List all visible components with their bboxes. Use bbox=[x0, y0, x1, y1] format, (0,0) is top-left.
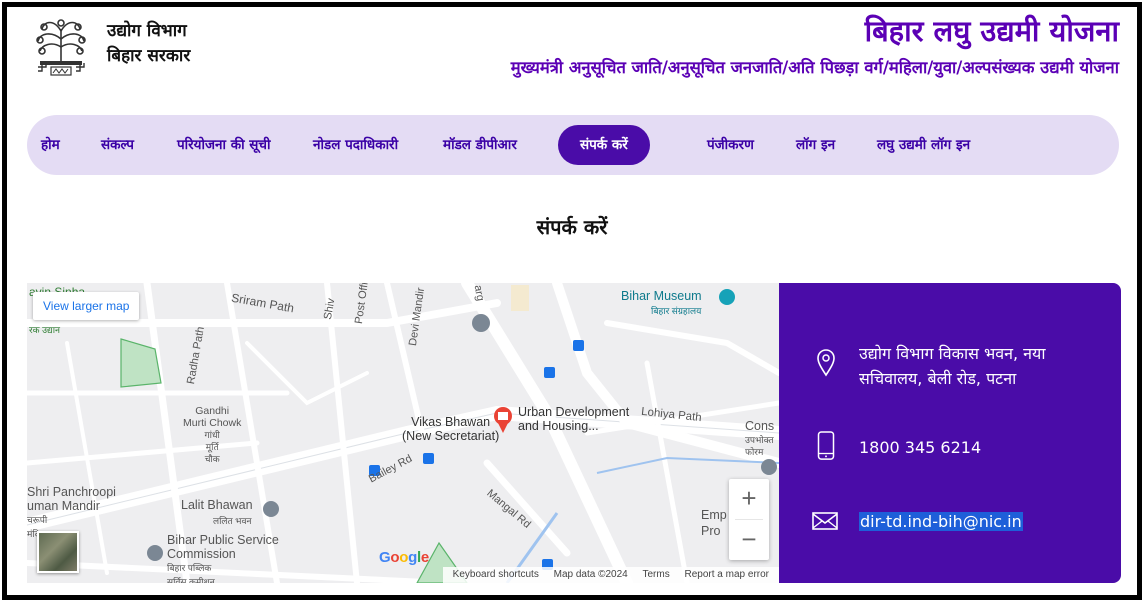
map-label-gandhi-hi-1: गांधी bbox=[204, 430, 220, 440]
map-label-gandhi-hi-3: चौक bbox=[204, 454, 220, 464]
nav-sankalp[interactable]: संकल्प bbox=[101, 115, 134, 175]
keyboard-shortcuts-link[interactable]: Keyboard shortcuts bbox=[453, 569, 539, 580]
nav-project-list[interactable]: परियोजना की सूची bbox=[177, 115, 270, 175]
email-icon bbox=[812, 512, 838, 530]
map-label-urban-1: Urban Development bbox=[518, 405, 630, 419]
contact-email-link[interactable]: dir-td.ind-bih@nic.in bbox=[859, 512, 1023, 531]
map-label-cons: Cons bbox=[745, 419, 775, 433]
map-label-vikas-1: Vikas Bhawan bbox=[411, 415, 491, 429]
satellite-toggle-button[interactable] bbox=[37, 531, 79, 573]
map-label-emp-1: Emp bbox=[701, 508, 727, 522]
main-nav: होम संकल्प परियोजना की सूची नोडल पदाधिका… bbox=[27, 115, 1119, 175]
map-attribution: Keyboard shortcuts Map data ©2024 Terms … bbox=[442, 567, 779, 583]
map-label-vikas-bhawan: Vikas Bhawan (New Secretariat) bbox=[402, 415, 499, 443]
nav-home[interactable]: होम bbox=[41, 115, 60, 175]
nav-login[interactable]: लॉग इन bbox=[796, 115, 835, 175]
map-label-arg: arg bbox=[471, 284, 487, 302]
scheme-subtitle: मुख्यमंत्री अनुसूचित जाति/अनुसूचित जनजात… bbox=[510, 58, 1119, 77]
zoom-out-button[interactable]: − bbox=[729, 520, 769, 560]
contact-phone: 1800 345 6214 bbox=[859, 438, 982, 457]
location-pin-icon bbox=[817, 349, 835, 377]
contact-address: उद्योग विभाग विकास भवन, नया सचिवालय, बेल… bbox=[859, 344, 1046, 388]
map-label-lalit-bhawan: Lalit Bhawan bbox=[181, 498, 253, 512]
phone-icon bbox=[817, 431, 835, 460]
map-label-gandhi-1: Gandhi bbox=[195, 405, 230, 417]
bihar-emblem-icon bbox=[36, 19, 86, 76]
terms-link[interactable]: Terms bbox=[643, 569, 670, 580]
map-label-bihar-museum-hi: बिहार संग्रहालय bbox=[651, 306, 702, 316]
scheme-title: बिहार लघु उद्यमी योजना bbox=[864, 14, 1119, 48]
map-label-panchroopi-hi-1: चरूपी bbox=[27, 515, 48, 525]
map-label-gandhi-murti: Gandhi Murti Chowk गांधी मूर्ति चौक bbox=[183, 405, 241, 465]
view-larger-map-link[interactable]: View larger map bbox=[33, 292, 140, 320]
map-label-panchroopi-2: uman Mandir bbox=[27, 499, 100, 513]
map-label-bpsc: Bihar Public Service Commission बिहार पब… bbox=[167, 533, 279, 583]
map-label-emp-2: Pro bbox=[701, 524, 721, 538]
nav-model-dpr[interactable]: मॉडल डीपीआर bbox=[443, 115, 517, 175]
map-label-forum: फोरम bbox=[745, 447, 764, 457]
map-label-bihar-museum: Bihar Museum bbox=[621, 289, 702, 303]
map-zoom-controls: + − bbox=[729, 479, 769, 560]
department-line2: बिहार सरकार bbox=[107, 46, 191, 66]
google-logo: Google bbox=[379, 549, 429, 566]
map-label-panchroopi-1: Shri Panchroopi bbox=[27, 485, 116, 499]
map-label-urban-development[interactable]: Urban Development and Housing... bbox=[518, 405, 629, 433]
nav-registration[interactable]: पंजीकरण bbox=[707, 115, 754, 175]
map-label-udyan: रक उद्यान bbox=[29, 325, 61, 335]
contact-email-wrap: dir-td.ind-bih@nic.in bbox=[859, 509, 1023, 534]
map-label-lalit-bhawan-hi: ललित भवन bbox=[213, 516, 252, 526]
report-map-error-link[interactable]: Report a map error bbox=[685, 569, 769, 580]
map-label-emp: Emp Pro bbox=[701, 507, 727, 539]
map-label-gandhi-hi-2: मूर्ति bbox=[205, 442, 219, 452]
map-label-vikas-2: (New Secretariat) bbox=[402, 429, 500, 443]
map-data-text: Map data ©2024 bbox=[553, 569, 628, 580]
nav-nodal-officer[interactable]: नोडल पदाधिकारी bbox=[313, 115, 398, 175]
embedded-map[interactable]: avin Sinha रक उद्यान Sriram Path Shiv Po… bbox=[27, 283, 779, 583]
zoom-in-button[interactable]: + bbox=[729, 479, 769, 519]
nav-udyami-login[interactable]: लघु उद्यमी लॉग इन bbox=[877, 115, 970, 175]
department-name: उद्योग विभाग बिहार सरकार bbox=[107, 19, 190, 69]
page-title: संपर्क करें bbox=[536, 215, 608, 239]
nav-contact[interactable]: संपर्क करें bbox=[558, 125, 650, 165]
contact-panel: उद्योग विभाग विकास भवन, नया सचिवालय, बेल… bbox=[779, 283, 1121, 583]
map-label-bpsc-2: Commission bbox=[167, 547, 236, 561]
page-frame: उद्योग विभाग बिहार सरकार बिहार लघु उद्यम… bbox=[2, 2, 1142, 600]
map-label-gandhi-2: Murti Chowk bbox=[183, 417, 242, 429]
map-label-bpsc-hi-1: बिहार पब्लिक bbox=[167, 563, 212, 573]
map-label-bpsc-1: Bihar Public Service bbox=[167, 533, 279, 547]
map-label-urban-2: and Housing... bbox=[518, 419, 599, 433]
department-line1: उद्योग विभाग bbox=[107, 21, 187, 41]
map-label-bpsc-hi-2: सर्विस कमीशन bbox=[167, 577, 215, 583]
